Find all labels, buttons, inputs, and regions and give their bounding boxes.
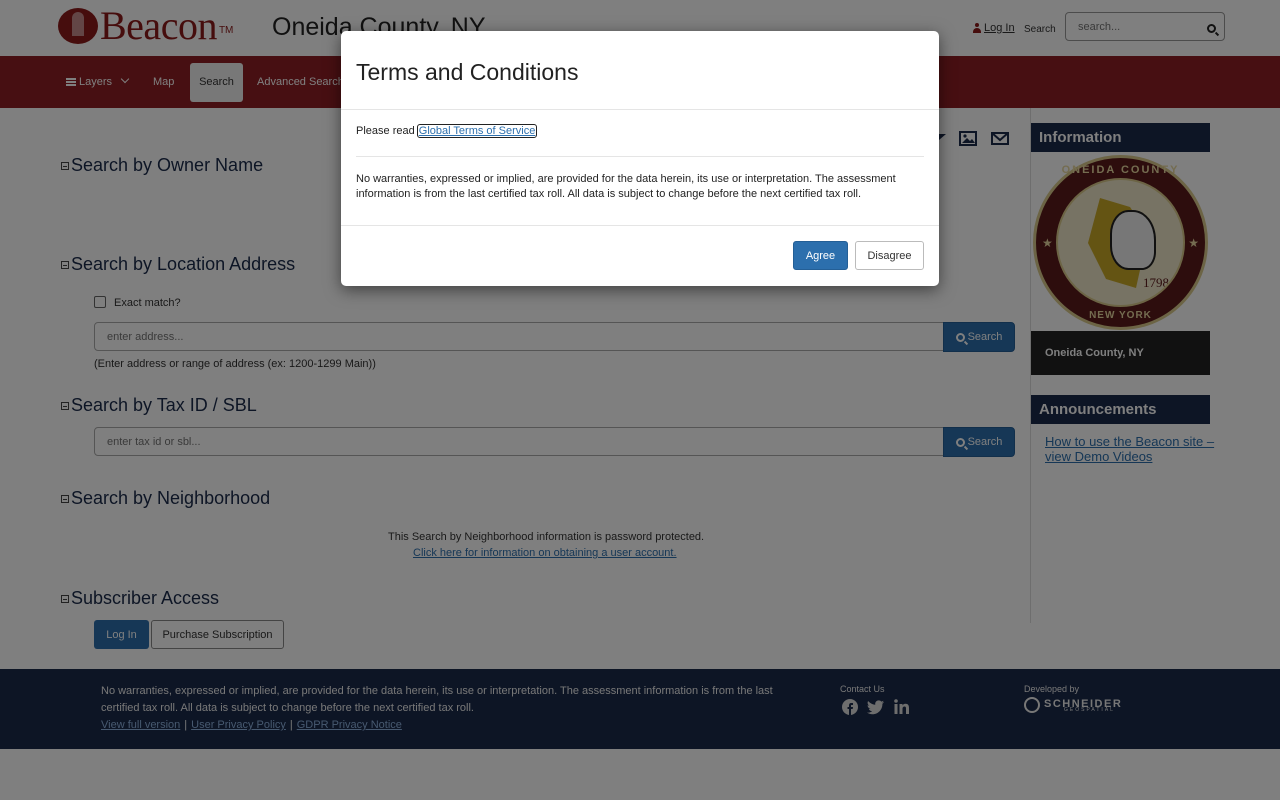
disagree-button[interactable]: Disagree: [855, 241, 924, 270]
modal-inner-divider: [356, 156, 924, 157]
modal-disclaimer: No warranties, expressed or implied, are…: [356, 173, 896, 200]
modal-title: Terms and Conditions: [356, 59, 579, 85]
modal-divider: [341, 109, 939, 110]
read-prefix: Please read: [356, 125, 415, 137]
modal-divider: [341, 225, 939, 226]
modal-read-line: Please read Global Terms of Service: [356, 124, 538, 138]
terms-modal: Terms and Conditions Please read Global …: [341, 31, 939, 286]
global-terms-link[interactable]: Global Terms of Service: [416, 124, 538, 138]
agree-button[interactable]: Agree: [793, 241, 848, 270]
